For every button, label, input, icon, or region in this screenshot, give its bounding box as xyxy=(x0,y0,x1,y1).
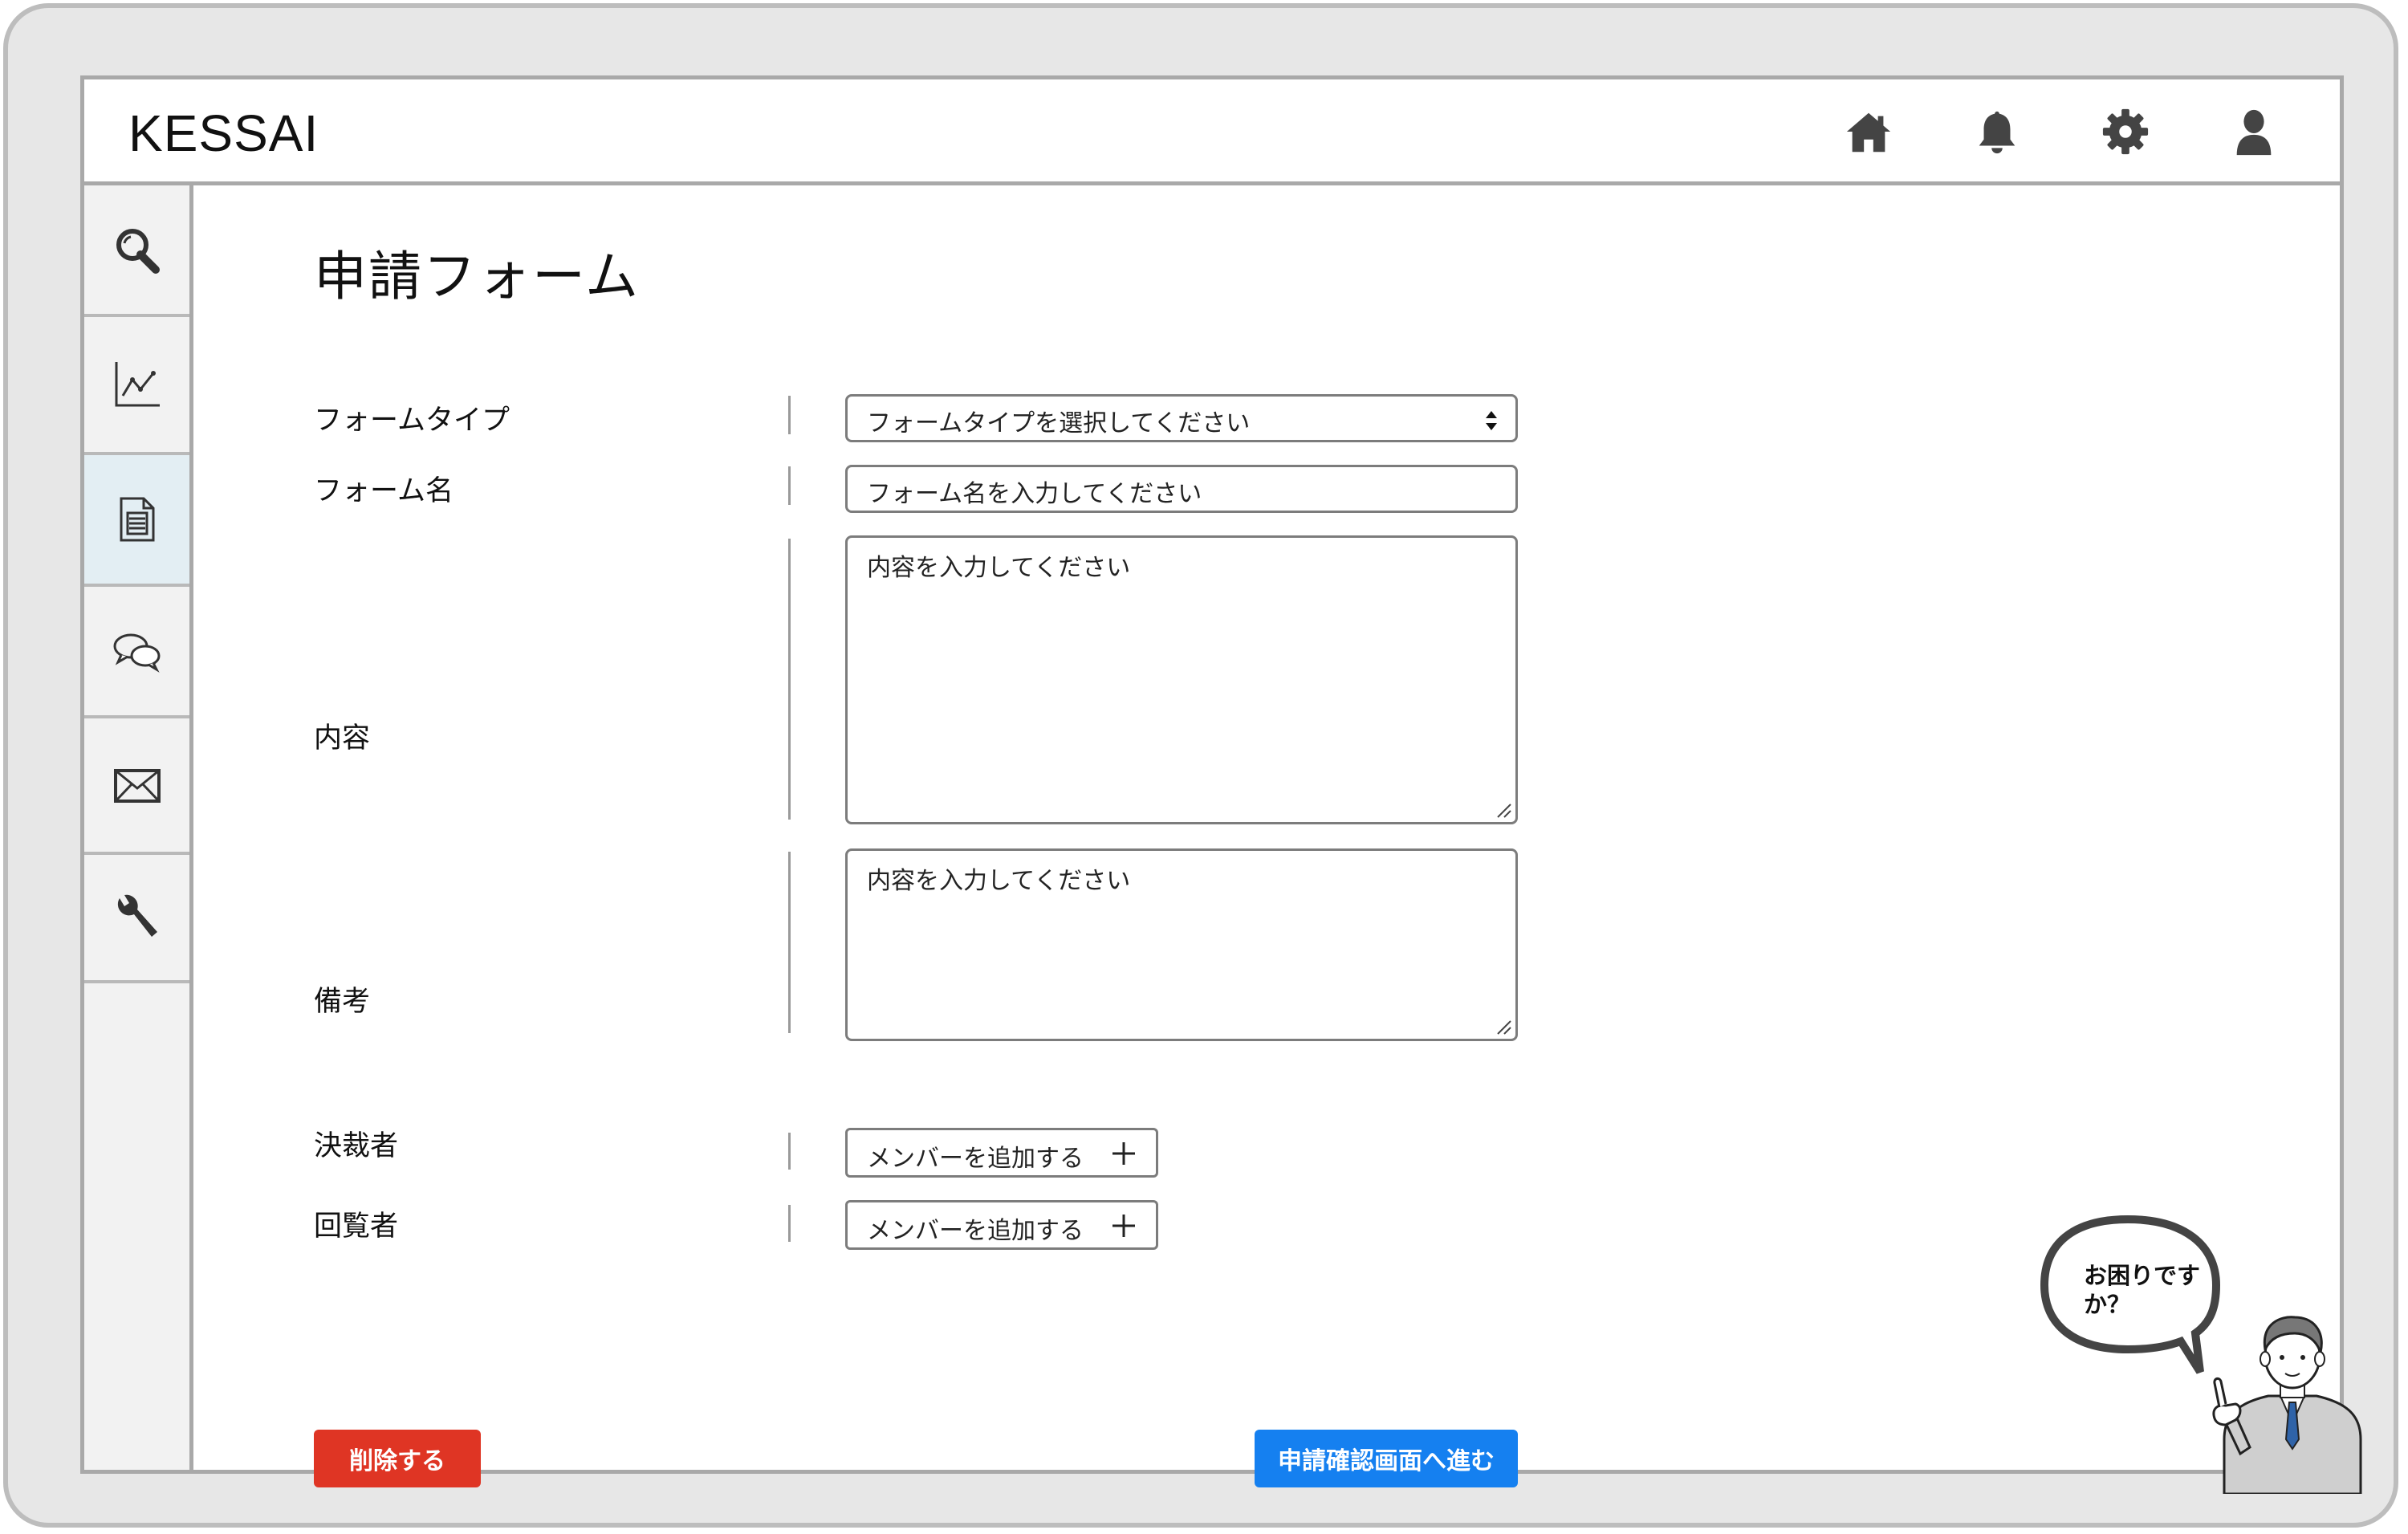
user-icon[interactable] xyxy=(2229,107,2279,157)
form-type-select[interactable]: フォームタイプを選択してください xyxy=(845,394,1518,442)
top-bar: KESSAI xyxy=(84,79,2340,185)
viewer-label: 回覧者 xyxy=(314,1211,399,1243)
add-approver-button[interactable]: メンバーを追加する xyxy=(845,1128,1158,1178)
proceed-to-confirm-button[interactable]: 申請確認画面へ進む xyxy=(1255,1430,1518,1487)
page-title: 申請フォーム xyxy=(314,246,641,307)
app-window: KESSAI 申請フォーム フォームタイプ フォームタイプを選択してください フ… xyxy=(80,75,2362,1494)
sidebar-item-tools[interactable] xyxy=(84,855,189,983)
select-arrows-icon xyxy=(1486,411,1497,430)
add-approver-label: メンバーを追加する xyxy=(867,1145,1084,1173)
divider xyxy=(788,466,791,505)
sidebar-item-chat[interactable] xyxy=(84,587,189,718)
divider xyxy=(788,1133,791,1170)
support-person-icon xyxy=(2212,1316,2362,1494)
app-logo: KESSAI xyxy=(128,104,319,162)
form-name-input[interactable]: フォーム名を入力してください xyxy=(845,465,1518,513)
plus-icon xyxy=(1112,1215,1135,1237)
bell-icon[interactable] xyxy=(1972,107,2022,157)
gear-icon[interactable] xyxy=(2101,107,2150,157)
content-textarea[interactable]: 内容を入力してください xyxy=(845,535,1518,824)
remarks-placeholder: 内容を入力してください xyxy=(867,867,1131,895)
help-assistant-illustration[interactable] xyxy=(2040,1213,2393,1494)
mail-icon xyxy=(113,769,161,803)
form-name-label: フォーム名 xyxy=(314,475,454,507)
help-bubble-text: お困りですか？ xyxy=(2084,1262,2201,1318)
chart-icon xyxy=(115,362,160,407)
wrench-icon xyxy=(117,894,157,937)
add-viewer-label: メンバーを追加する xyxy=(867,1217,1084,1245)
content-label: 内容 xyxy=(314,722,371,755)
main-content: 申請フォーム フォームタイプ フォームタイプを選択してください フォーム名 フォ… xyxy=(193,185,2362,1494)
document-icon xyxy=(120,497,154,542)
resize-handle-icon[interactable] xyxy=(1495,1018,1512,1036)
divider xyxy=(788,852,791,1033)
divider xyxy=(788,396,791,434)
home-icon[interactable] xyxy=(1844,107,1893,157)
remarks-textarea[interactable]: 内容を入力してください xyxy=(845,848,1518,1041)
sidebar-item-document[interactable] xyxy=(84,455,189,587)
plus-icon xyxy=(1112,1142,1135,1165)
chat-icon xyxy=(113,633,160,673)
resize-handle-icon[interactable] xyxy=(1495,801,1512,819)
add-viewer-button[interactable]: メンバーを追加する xyxy=(845,1200,1158,1250)
search-icon xyxy=(116,229,160,274)
sidebar-item-search[interactable] xyxy=(84,185,189,317)
device-frame: KESSAI 申請フォーム フォームタイプ フォームタイプを選択してください フ… xyxy=(3,3,2398,1528)
content-placeholder: 内容を入力してください xyxy=(867,554,1131,582)
form-name-placeholder: フォーム名を入力してください xyxy=(867,480,1202,508)
sidebar-item-chart[interactable] xyxy=(84,317,189,455)
remarks-label: 備考 xyxy=(314,986,371,1018)
form-type-label: フォームタイプ xyxy=(314,405,510,437)
form-type-placeholder: フォームタイプを選択してください xyxy=(867,409,1251,437)
divider xyxy=(788,539,791,820)
divider xyxy=(788,1205,791,1242)
sidebar xyxy=(84,185,193,1470)
delete-button[interactable]: 削除する xyxy=(314,1430,481,1487)
approver-label: 決裁者 xyxy=(314,1130,399,1162)
sidebar-item-mail[interactable] xyxy=(84,718,189,855)
